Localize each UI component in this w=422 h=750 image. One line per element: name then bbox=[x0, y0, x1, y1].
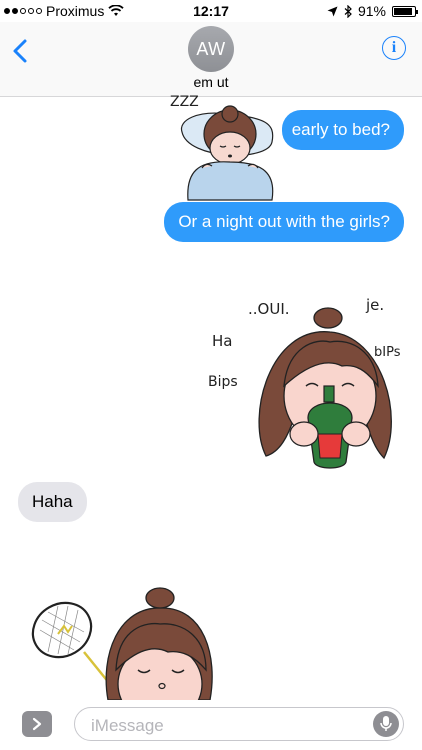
back-button[interactable] bbox=[10, 36, 34, 66]
chevron-right-icon bbox=[32, 717, 42, 731]
doodle-text: ..OUI. bbox=[248, 300, 290, 318]
microphone-button[interactable] bbox=[373, 711, 399, 737]
zzz-doodle: ZZZ bbox=[170, 94, 199, 110]
microphone-icon bbox=[380, 716, 392, 731]
avatar-initials: AW bbox=[196, 38, 226, 59]
imessage-field[interactable] bbox=[74, 707, 404, 741]
doodle-text: Ha bbox=[212, 332, 232, 350]
apps-expand-button[interactable] bbox=[22, 711, 52, 737]
message-text: Or a night out with the girls? bbox=[178, 212, 390, 231]
message-bubble-received[interactable]: Haha bbox=[18, 482, 87, 522]
info-icon: i bbox=[391, 39, 397, 56]
chevron-left-icon bbox=[13, 39, 27, 63]
battery-icon bbox=[392, 5, 418, 17]
contact-name[interactable]: em ut bbox=[0, 74, 422, 90]
status-right: 91% bbox=[327, 3, 418, 19]
bluetooth-icon bbox=[344, 4, 352, 18]
message-input-bar bbox=[0, 700, 422, 750]
battery-level-fill bbox=[394, 7, 412, 15]
battery-percent: 91% bbox=[357, 3, 386, 19]
info-button[interactable]: i bbox=[382, 36, 406, 60]
doodle-text: je. bbox=[365, 296, 384, 314]
sleeping-girl-sticker[interactable]: ZZZ bbox=[168, 92, 288, 202]
contact-avatar[interactable]: AW bbox=[188, 26, 234, 72]
message-bubble-sent[interactable]: Or a night out with the girls? bbox=[164, 202, 404, 242]
conversation-header: AW em ut i bbox=[0, 22, 422, 97]
location-arrow-icon bbox=[327, 6, 338, 16]
message-bubble-sent[interactable]: early to bed? bbox=[281, 110, 404, 150]
doodle-text: Bips bbox=[208, 374, 238, 390]
girl-with-racket-sticker[interactable] bbox=[22, 586, 222, 700]
doodle-text: bIPs bbox=[374, 345, 401, 360]
status-bar: Proximus 12:17 91% bbox=[0, 0, 422, 22]
girl-with-drink-sticker[interactable]: ..OUI. je. Ha bIPs Bips bbox=[196, 286, 410, 476]
message-text: Haha bbox=[32, 492, 73, 511]
imessage-input[interactable] bbox=[89, 714, 363, 738]
message-text: early to bed? bbox=[291, 120, 390, 139]
